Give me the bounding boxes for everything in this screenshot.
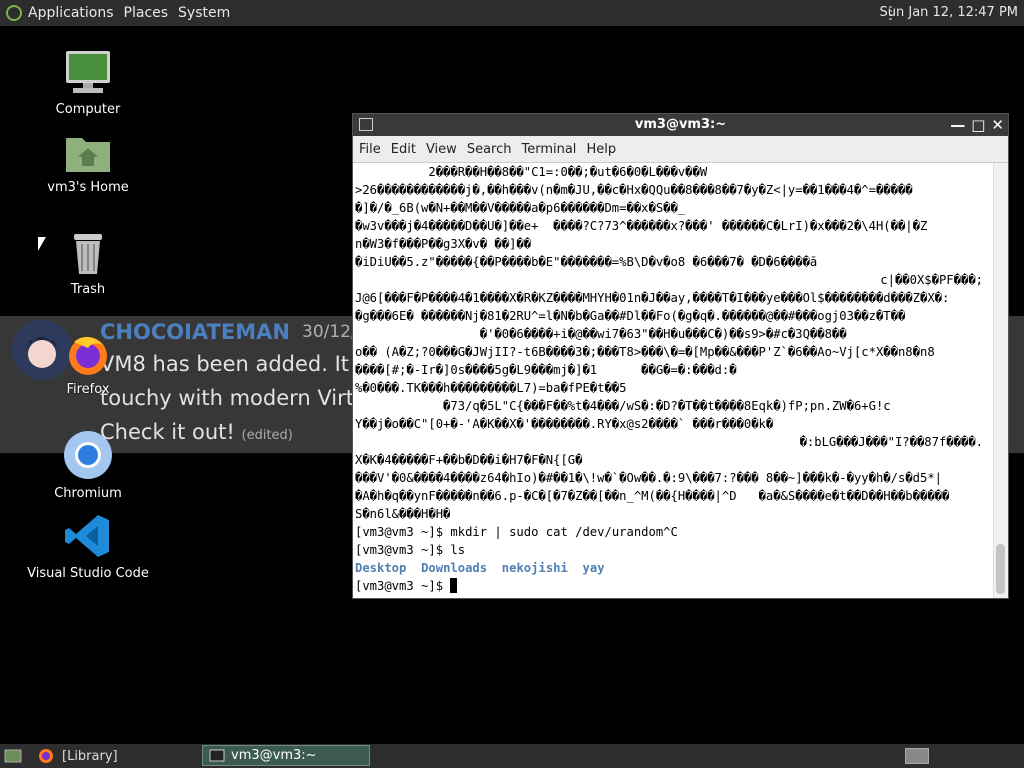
close-icon[interactable]: ✕ [991,114,1004,136]
vscode-icon [65,515,109,557]
desktop-icon-label: vm3's Home [47,180,129,195]
trash-icon [74,234,102,274]
command-line: [vm3@vm3 ~]$ mkdir | sudo cat /dev/urand… [355,525,678,539]
output-line: �:bLG���J���"I?��87f����. [799,435,983,449]
output-line: S�n6l&���H�H� [355,507,451,521]
ls-output: Desktop Downloads nekojishi yay [355,561,605,575]
desktop-icon-firefox[interactable]: Firefox [23,330,153,397]
output-line: Y��j�o��C"[0+�-'A�K��X�'��������.RY�x@s2… [355,417,774,431]
output-line: o�� (A�Z;?0���G�JWjII?-t6B����3�;���T8>�… [355,345,935,359]
prompt-line[interactable]: [vm3@vm3 ~]$ [353,577,995,595]
output-line: X�K�4�����F+��b�D��i�H7�F�N{[G� [355,453,583,467]
firefox-icon [39,749,53,763]
firefox-icon [69,336,107,375]
notification-date: 30/12/ [302,322,357,342]
menu-help[interactable]: Help [586,142,616,157]
output-line: J@6[���F�P����4�1����X�R�KZ����MHYH�01n�… [355,291,950,305]
terminal-icon [359,118,373,131]
desktop-icon-computer[interactable]: Computer [23,48,153,117]
output-line: 2���R��H��8��"C1=:0��;�ut�6�0�L���v��W [355,165,708,179]
terminal-scrollbar[interactable] [993,163,1008,598]
menu-terminal[interactable]: Terminal [521,142,576,157]
desktop-icon-home[interactable]: vm3's Home [23,130,153,195]
chromium-icon [64,431,112,479]
output-line: �iDiU��5.z"�����{��P����b�E"�������=%B\D… [355,255,818,269]
desktop-icon-label: Firefox [66,382,110,397]
bottom-panel: [Library] vm3@vm3:~ [0,744,1024,768]
menu-places[interactable]: Places [124,5,169,21]
computer-icon [66,51,110,93]
library-task[interactable]: [Library] [38,747,118,765]
terminal-window[interactable]: vm3@vm3:~ — □ ✕ File Edit View Search Te… [352,113,1009,599]
home-folder-icon [66,138,110,172]
menu-search[interactable]: Search [467,142,512,157]
terminal-title: vm3@vm3:~ [634,117,727,132]
clock[interactable]: Sun Jan 12, 12:47 PM [880,5,1019,20]
output-line: �'�0�6����+i�@��wi7�63"��H�u���C�)��s9>�… [355,327,847,341]
desktop-icon-label: Chromium [54,486,122,501]
desktop-icon-label: Trash [70,282,106,297]
output-line: >26������������j�,��h���v(n�m�JU,��c�Hx�… [355,183,913,197]
menu-view[interactable]: View [426,142,457,157]
scrollbar-thumb[interactable] [996,544,1005,594]
mouse-pointer-icon [38,237,46,251]
terminal-menubar: File Edit View Search Terminal Help [353,136,1008,163]
show-desktop-icon[interactable] [4,747,22,765]
edited-tag: (edited) [241,428,293,443]
text-cursor [450,578,458,593]
output-line: n�W3�f���P��g3X�v� ��]�� [355,237,532,251]
output-line: �]�/�_6B(w�N+��M��V�����a�p6������Dm=��x… [355,201,686,215]
output-line: �w3v���j�4�����D��U�]��e+ ����?C?73^����… [355,219,928,233]
desktop-icon-vscode[interactable]: Visual Studio Code [23,512,153,581]
menu-file[interactable]: File [359,142,381,157]
output-line: ���V'�0&����4����z64�hIo)�#��1�\!w�`�Ow�… [355,471,942,485]
menu-edit[interactable]: Edit [391,142,416,157]
terminal-task[interactable]: vm3@vm3:~ [202,745,370,766]
output-line: %�0���.TK���h���������L7)=ba�fPE�t��5 [355,381,627,395]
distro-logo-icon[interactable] [6,5,22,21]
desktop-icon-chromium[interactable]: Chromium [23,430,153,501]
output-line: �73/q�5L"C{���F��%t�4���/wS�:�D?�T��t���… [355,399,891,413]
output-line: �A�h�q��ynF�����n��6.p-�C�[�7�Z��[��n_^M… [355,489,950,503]
random-output: 2���R��H��8��"C1=:0��;�ut�6�0�L���v��W >2… [353,163,995,523]
command-line: [vm3@vm3 ~]$ ls [355,543,466,557]
menu-system[interactable]: System [178,5,230,21]
top-panel: Applications Places System Sun Jan 12, 1… [0,0,1024,26]
desktop-icon-label: Computer [55,102,121,117]
output-line: �g���6E� ������Nj�81�2RU^=l�N�b�Ga��#Dl�… [355,309,906,323]
terminal-output[interactable]: 2���R��H��8��"C1=:0��;�ut�6�0�L���v��W >2… [353,163,995,598]
terminal-titlebar[interactable]: vm3@vm3:~ — □ ✕ [353,114,1008,136]
minimize-icon[interactable]: — [950,114,965,136]
output-line: c|��0X$�PF���; [880,273,983,287]
maximize-icon[interactable]: □ [971,114,985,136]
terminal-icon [209,749,225,762]
output-line: ����[#;�-Ir�]0s����5g�L9���mj�]�1 ��G�=�… [355,363,737,377]
menu-applications[interactable]: Applications [28,5,114,21]
workspace-switcher[interactable] [905,748,929,764]
desktop-icon-label: Visual Studio Code [27,566,149,581]
